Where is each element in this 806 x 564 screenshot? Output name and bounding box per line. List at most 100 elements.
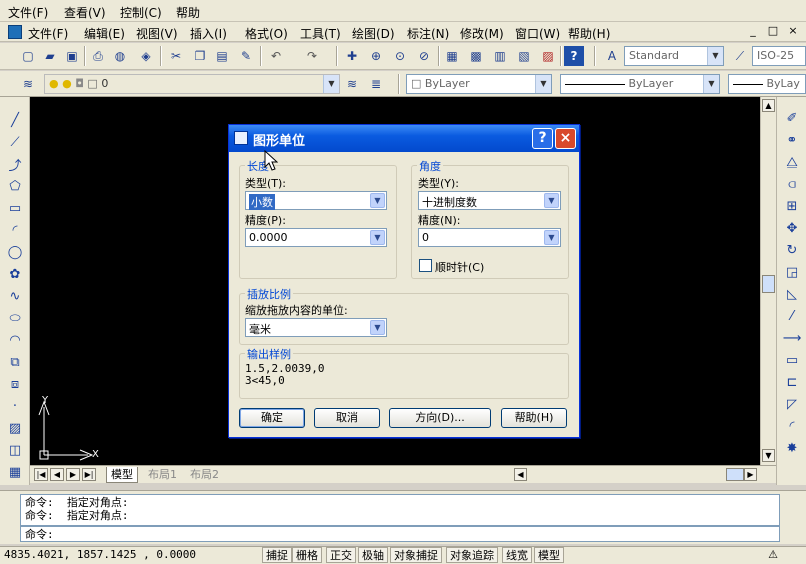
comm-center-icon[interactable]: ⚠ [766, 548, 780, 562]
circle-icon[interactable]: ◯ [6, 243, 24, 261]
hscroll-left-arrow[interactable]: ◀ [514, 468, 527, 481]
offset-icon[interactable]: ⫏ [783, 175, 801, 193]
match-properties-icon[interactable]: ✎ [236, 46, 256, 66]
otrack-toggle[interactable]: 对象追踪 [446, 547, 498, 563]
dim-style-select[interactable]: ISO-25 [752, 46, 806, 66]
vertical-scroll-thumb[interactable] [762, 275, 775, 293]
menu-view[interactable]: 视图(V) [136, 25, 178, 42]
stretch-icon[interactable]: ◺ [783, 285, 801, 303]
erase-icon[interactable]: ✐ [783, 109, 801, 127]
outer-menu-file[interactable]: 文件(F) [8, 4, 48, 21]
polar-toggle[interactable]: 极轴 [358, 547, 388, 563]
grid-toggle[interactable]: 栅格 [292, 547, 322, 563]
tab-model[interactable]: 模型 [106, 467, 138, 483]
model-toggle[interactable]: 模型 [534, 547, 564, 563]
outer-menu-help[interactable]: 帮助 [176, 4, 200, 21]
layer-select[interactable]: ● ● ◘ □ 0 ▼ [44, 74, 340, 94]
command-input[interactable]: 命令: [20, 526, 780, 542]
clockwise-checkbox[interactable] [419, 259, 432, 272]
snap-toggle[interactable]: 捕捉 [262, 547, 292, 563]
tool-palettes-icon[interactable]: ▥ [490, 46, 510, 66]
publish-icon[interactable]: ◈ [136, 46, 156, 66]
menu-edit[interactable]: 编辑(E) [84, 25, 125, 42]
extend-icon[interactable]: ⟶ [783, 329, 802, 347]
angle-precision-select[interactable]: 0 ▼ [418, 228, 561, 247]
copy-icon[interactable]: ❐ [190, 46, 210, 66]
dim-style-icon[interactable]: ⟋ [730, 46, 750, 66]
hscroll-right-arrow[interactable]: ▶ [744, 468, 757, 481]
lineweight-select[interactable]: ByLay [728, 74, 806, 94]
tab-prev-icon[interactable]: ◀ [50, 468, 64, 481]
hatch-icon[interactable]: ▨ [6, 419, 24, 437]
new-icon[interactable]: ▢ [18, 46, 38, 66]
menu-tools[interactable]: 工具(T) [300, 25, 341, 42]
lineweight-toggle[interactable]: 线宽 [502, 547, 532, 563]
menu-insert[interactable]: 插入(I) [190, 25, 227, 42]
scroll-up-arrow[interactable]: ▲ [762, 99, 775, 112]
paste-icon[interactable]: ▤ [212, 46, 232, 66]
redo-icon[interactable]: ↷ [302, 46, 322, 66]
restore-button[interactable]: □ [764, 24, 782, 39]
break-at-point-icon[interactable]: ▭ [783, 351, 801, 369]
help-icon[interactable]: ? [564, 46, 584, 66]
text-style-icon[interactable]: A [602, 46, 622, 66]
zoom-previous-icon[interactable]: ⊘ [414, 46, 434, 66]
revision-cloud-icon[interactable]: ✿ [6, 265, 24, 283]
markup-icon[interactable]: ▨ [538, 46, 558, 66]
copy-object-icon[interactable]: ⚭ [783, 131, 801, 149]
minimize-button[interactable]: _ [744, 24, 762, 39]
direction-button[interactable]: 方向(D)... [389, 408, 491, 428]
outer-menu-view[interactable]: 查看(V) [64, 4, 106, 21]
arc-icon[interactable]: ◜ [6, 221, 24, 239]
vertical-scrollbar[interactable]: ▲ ▼ [760, 97, 776, 465]
length-precision-select[interactable]: 0.0000 ▼ [245, 228, 387, 247]
dialog-title-bar[interactable]: 图形单位 ? × [229, 125, 579, 152]
trim-icon[interactable]: ⁄ [783, 307, 801, 325]
menu-format[interactable]: 格式(O) [245, 25, 288, 42]
polyline-icon[interactable]: ⤴ [6, 155, 24, 174]
properties-icon[interactable]: ▦ [442, 46, 462, 66]
dialog-close-button[interactable]: × [555, 128, 576, 149]
fillet-icon[interactable]: ◜ [783, 417, 801, 435]
region-icon[interactable]: ◫ [6, 441, 24, 459]
construction-line-icon[interactable]: ⟋ [6, 133, 24, 151]
menu-dimension[interactable]: 标注(N) [407, 25, 449, 42]
table-icon[interactable]: ▦ [6, 463, 24, 481]
make-layer-current-icon[interactable]: ≋ [342, 74, 362, 94]
spline-icon[interactable]: ∿ [6, 287, 24, 305]
scale-icon[interactable]: ◲ [783, 263, 801, 281]
menu-help[interactable]: 帮助(H) [568, 25, 610, 42]
ellipse-arc-icon[interactable]: ◠ [6, 331, 24, 349]
break-icon[interactable]: ⊏ [783, 373, 801, 391]
ortho-toggle[interactable]: 正交 [326, 547, 356, 563]
ellipse-icon[interactable]: ⬭ [6, 309, 24, 327]
undo-icon[interactable]: ↶ [266, 46, 286, 66]
tab-last-icon[interactable]: ▶| [82, 468, 96, 481]
line-icon[interactable]: ╱ [6, 111, 24, 129]
explode-icon[interactable]: ✸ [783, 439, 801, 457]
tab-next-icon[interactable]: ▶ [66, 468, 80, 481]
angle-type-select[interactable]: 十进制度数 ▼ [418, 191, 561, 210]
save-icon[interactable]: ▣ [62, 46, 82, 66]
menu-file[interactable]: 文件(F) [28, 25, 68, 42]
layer-previous-icon[interactable]: ≣ [366, 74, 386, 94]
mirror-icon[interactable]: ⧋ [783, 153, 801, 171]
preview-icon[interactable]: ◍ [110, 46, 130, 66]
color-select[interactable]: □ ByLayer ▼ [406, 74, 552, 94]
cut-icon[interactable]: ✂ [166, 46, 186, 66]
layer-manager-icon[interactable]: ≋ [18, 74, 38, 94]
polygon-icon[interactable]: ⬠ [6, 177, 24, 195]
zoom-window-icon[interactable]: ⊙ [390, 46, 410, 66]
rectangle-icon[interactable]: ▭ [6, 199, 24, 217]
array-icon[interactable]: ⊞ [783, 197, 801, 215]
tab-first-icon[interactable]: |◀ [34, 468, 48, 481]
menu-window[interactable]: 窗口(W) [515, 25, 560, 42]
pan-icon[interactable]: ✚ [342, 46, 362, 66]
osnap-toggle[interactable]: 对象捕捉 [390, 547, 442, 563]
zoom-realtime-icon[interactable]: ⊕ [366, 46, 386, 66]
rotate-icon[interactable]: ↻ [783, 241, 801, 259]
design-center-icon[interactable]: ▩ [466, 46, 486, 66]
ok-button[interactable]: 确定 [239, 408, 305, 428]
dialog-help-text-button[interactable]: 帮助(H) [501, 408, 567, 428]
dialog-help-button[interactable]: ? [532, 128, 553, 149]
